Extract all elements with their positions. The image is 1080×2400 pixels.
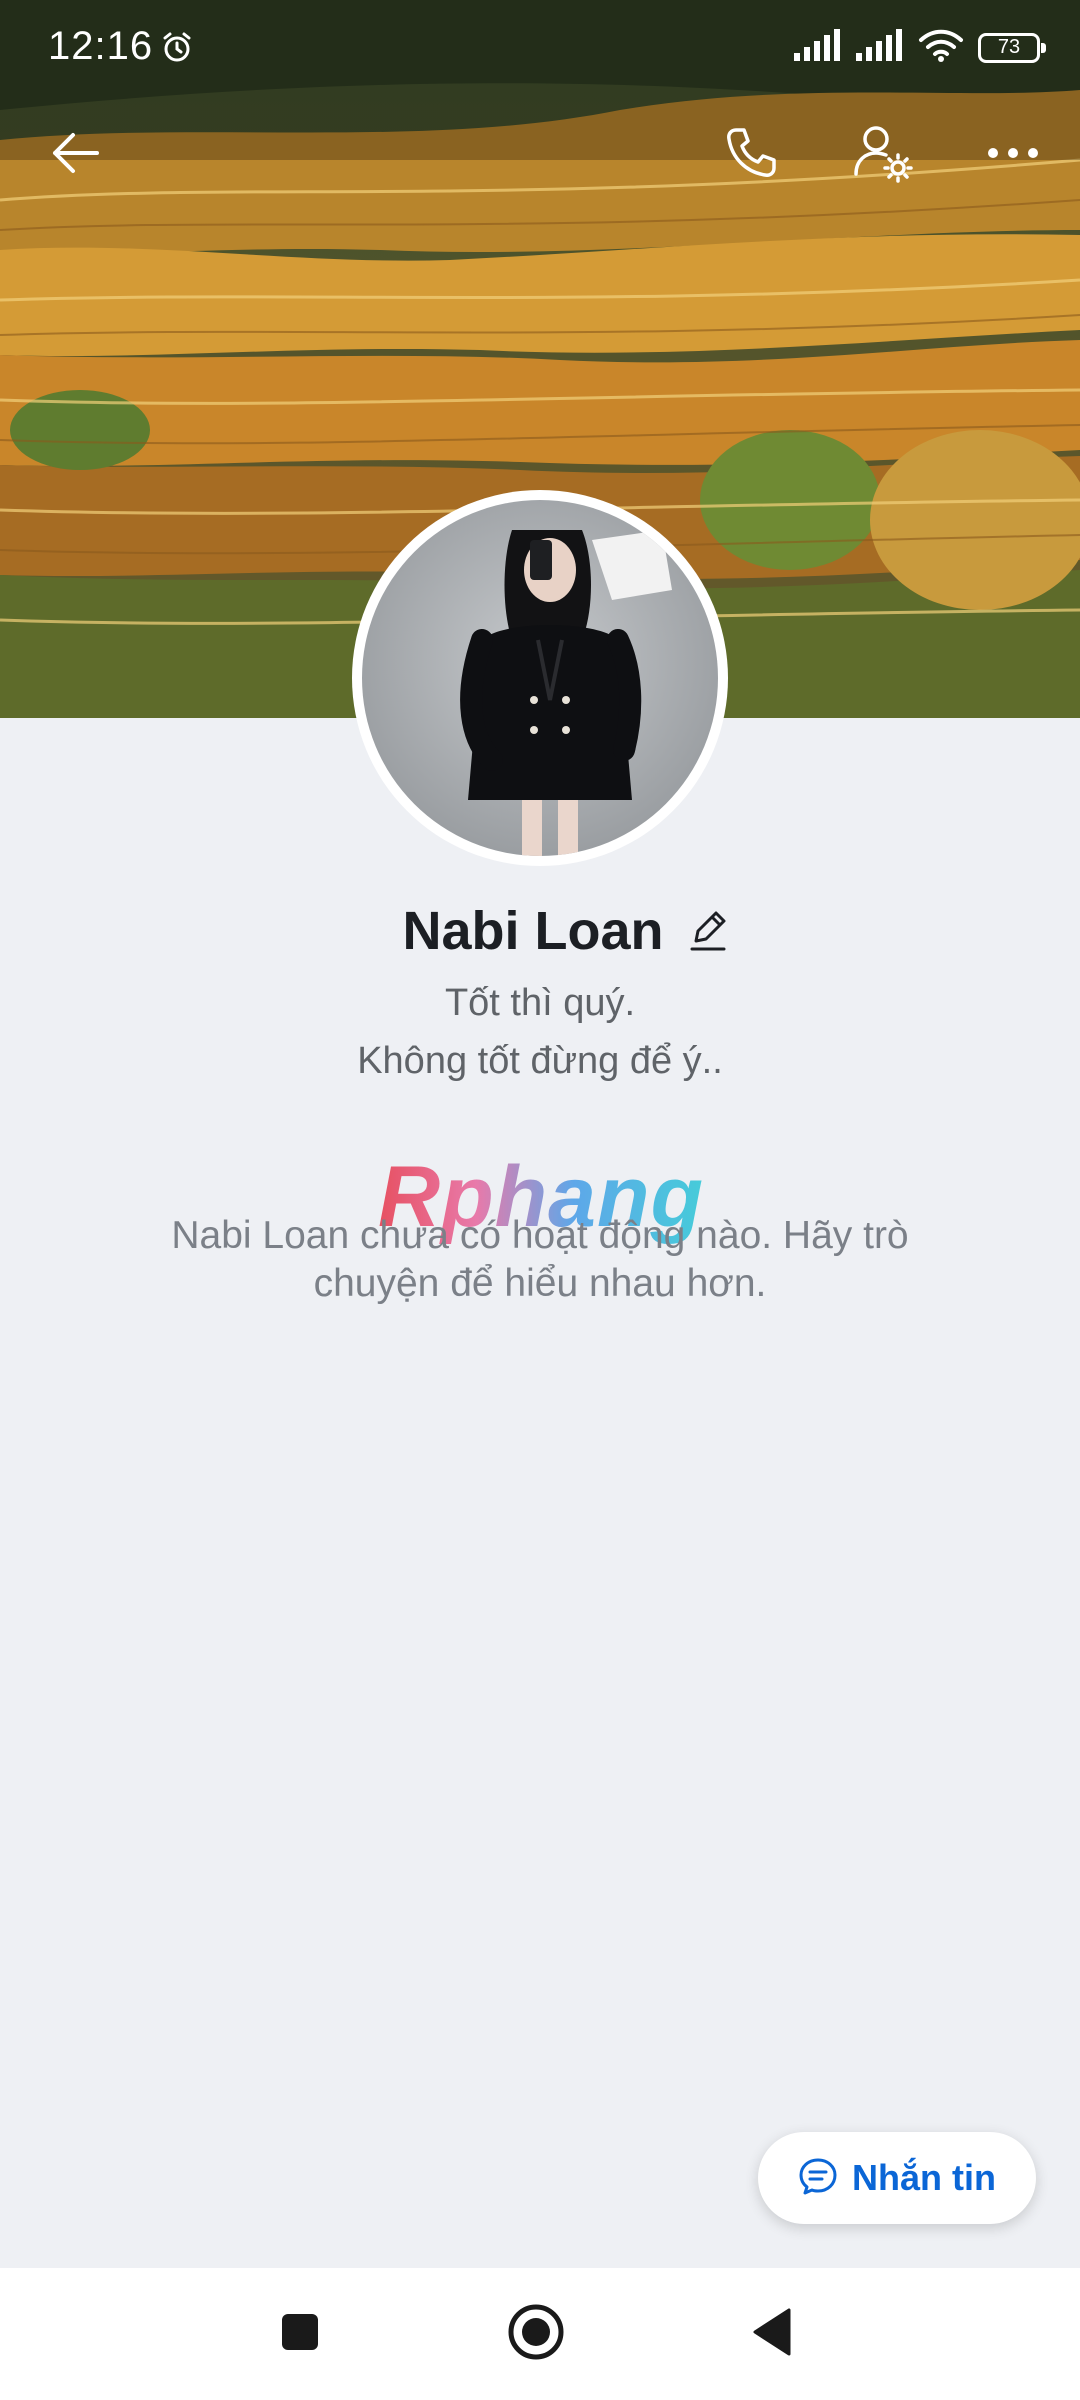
back-triangle-icon [751, 2308, 793, 2361]
back-button[interactable] [30, 110, 120, 200]
profile-screen: 12:16 73 Nabi Loan Tốt thì quý. Không tố… [0, 0, 1080, 2400]
profile-name: Nabi Loan [402, 901, 664, 961]
more-horizontal-icon [987, 145, 1039, 166]
recents-button[interactable] [258, 2292, 342, 2376]
wifi-icon [918, 28, 964, 67]
avatar-photo [362, 500, 718, 856]
alarm-icon [160, 30, 194, 69]
avatar[interactable] [352, 490, 728, 866]
battery-icon: 73 [978, 32, 1046, 63]
name-row: Nabi Loan [0, 900, 1080, 962]
bio-line-2: Không tốt đừng để ý.. [357, 1040, 723, 1082]
message-button-label: Nhắn tin [852, 2157, 996, 2198]
signal-icon [856, 29, 904, 66]
recents-icon [280, 2312, 320, 2357]
chat-bubble-icon [798, 2156, 838, 2201]
signal-icon [794, 29, 842, 66]
phone-icon [722, 124, 780, 187]
system-nav-bar [0, 2268, 1080, 2400]
message-button[interactable]: Nhắn tin [758, 2132, 1036, 2224]
status-bar: 12:16 73 [0, 0, 1080, 100]
more-options-button[interactable] [968, 110, 1058, 200]
home-button[interactable] [494, 2292, 578, 2376]
pencil-icon[interactable] [688, 909, 728, 953]
status-indicators: 73 [794, 28, 1046, 67]
battery-level: 73 [997, 36, 1021, 58]
user-gear-icon [852, 122, 914, 189]
arrow-left-icon [47, 125, 103, 186]
empty-activity-message: Nabi Loan chưa có hoạt động nào. Hãy trò… [171, 1214, 909, 1305]
profile-settings-button[interactable] [838, 110, 928, 200]
status-time: 12:16 [48, 24, 154, 68]
home-icon [507, 2303, 565, 2366]
bio-line-1: Tốt thì quý. [444, 982, 636, 1024]
call-button[interactable] [706, 110, 796, 200]
back-nav-button[interactable] [730, 2292, 814, 2376]
